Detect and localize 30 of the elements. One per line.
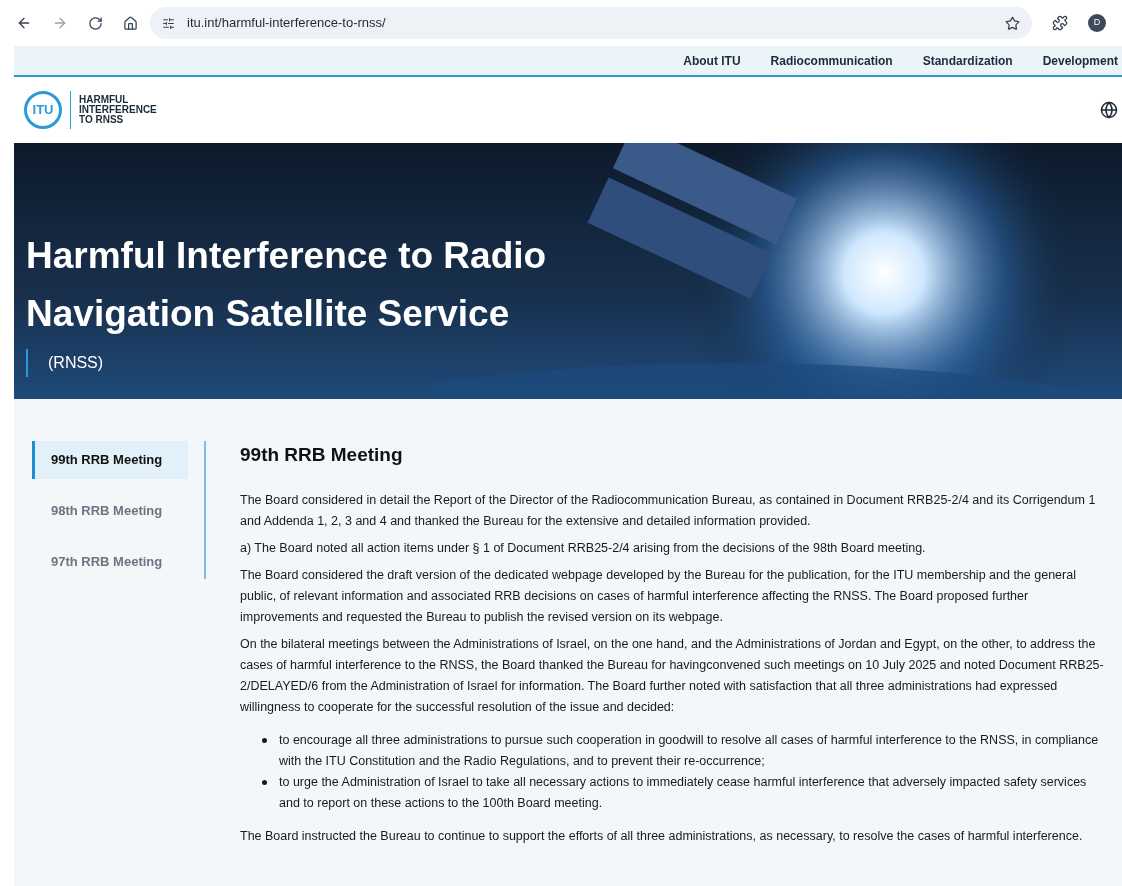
top-nav-link[interactable]: Radiocommunication xyxy=(770,51,893,70)
hero-subtitle: (RNSS) xyxy=(48,353,104,373)
back-icon[interactable] xyxy=(16,15,32,31)
article-paragraph: The Board instructed the Bureau to continue to support the efforts of all three administrations, as necessary, to resolve the cases of harmful interference. xyxy=(240,827,1084,845)
extensions-icon[interactable] xyxy=(1052,15,1068,31)
url-text: itu.int/harmful-interference-to-rnss/ xyxy=(187,14,387,33)
home-icon[interactable] xyxy=(123,15,138,31)
language-globe-icon[interactable] xyxy=(1100,101,1118,119)
article-paragraph: a) The Board noted all action items under § 1 of Document RRB25-2/4 arising from the decisions of the 98th Board meeting. xyxy=(240,539,927,557)
sidebar-meeting-link[interactable]: 97th RRB Meeting xyxy=(32,543,188,581)
top-nav-link[interactable]: Standardization xyxy=(922,51,1013,70)
address-bar[interactable]: itu.int/harmful-interference-to-rnss/ xyxy=(150,7,1032,39)
bookmark-star-icon[interactable] xyxy=(1005,15,1020,31)
sidebar-meeting-link[interactable]: 98th RRB Meeting xyxy=(32,492,188,530)
top-nav-link[interactable]: Development xyxy=(1042,51,1118,70)
site-settings-icon[interactable] xyxy=(162,16,175,30)
list-item-text: to urge the Administration of Israel to take all necessary actions to immediately cease harmful interference that adversely impacted safety services and to report on these actions to the 100th Board meeting. xyxy=(279,773,1088,812)
article-paragraph: The Board considered the draft version of the dedicated webpage developed by the Bureau for the publication, for the ITU membership and the general public, of relevant information and associated RRB decisions on cases of harmful interference affecting the RNSS. The Board proposed further improvements and requested the Bureau to publish the revised version on its webpage. xyxy=(240,566,1077,626)
profile-avatar[interactable]: D xyxy=(1088,14,1106,32)
top-nav-link[interactable]: About ITU xyxy=(683,51,741,70)
article-paragraph: On the bilateral meetings between the Administrations of Israel, on the one hand, and the Administrations of Jordan and Egypt, on the other, to address the cases of harmful interference to the RNSS, the Board thanked the Bureau for havingconvened such meetings on 10 July 2025 and noted Document RRB25-2/DELAYED/6 from the Administration of Israel for information. The Board further noted with satisfaction that all three administrations had expressed willingness to cooperate for the successful resolution of the issue and decided: xyxy=(240,635,1105,716)
bullet-icon xyxy=(262,737,267,743)
article-paragraph: The Board considered in detail the Report of the Director of the Radiocommunication Bureau, as contained in Document RRB25-2/4 and its Corrigendum 1 and Addenda 1, 2, 3 and 4 and thanked the Bureau for the extensive and detailed information provided. xyxy=(240,491,1097,530)
reload-icon[interactable] xyxy=(88,15,103,31)
hero-title: Harmful Interference to Radio Navigation Satellite Service xyxy=(26,234,548,336)
bullet-icon xyxy=(262,779,267,785)
article-heading: 99th RRB Meeting xyxy=(240,443,404,467)
logo-title: HARMFUL INTERFERENCE TO RNSS xyxy=(79,95,158,125)
sidebar-meeting-link[interactable]: 99th RRB Meeting xyxy=(32,441,188,479)
list-item-text: to encourage all three administrations to pursue such cooperation in goodwill to resolve all cases of harmful interference to the RNSS, in compliance with the ITU Constitution and the Radio Regulations, and to prevent their re-occurrence; xyxy=(279,731,1100,770)
